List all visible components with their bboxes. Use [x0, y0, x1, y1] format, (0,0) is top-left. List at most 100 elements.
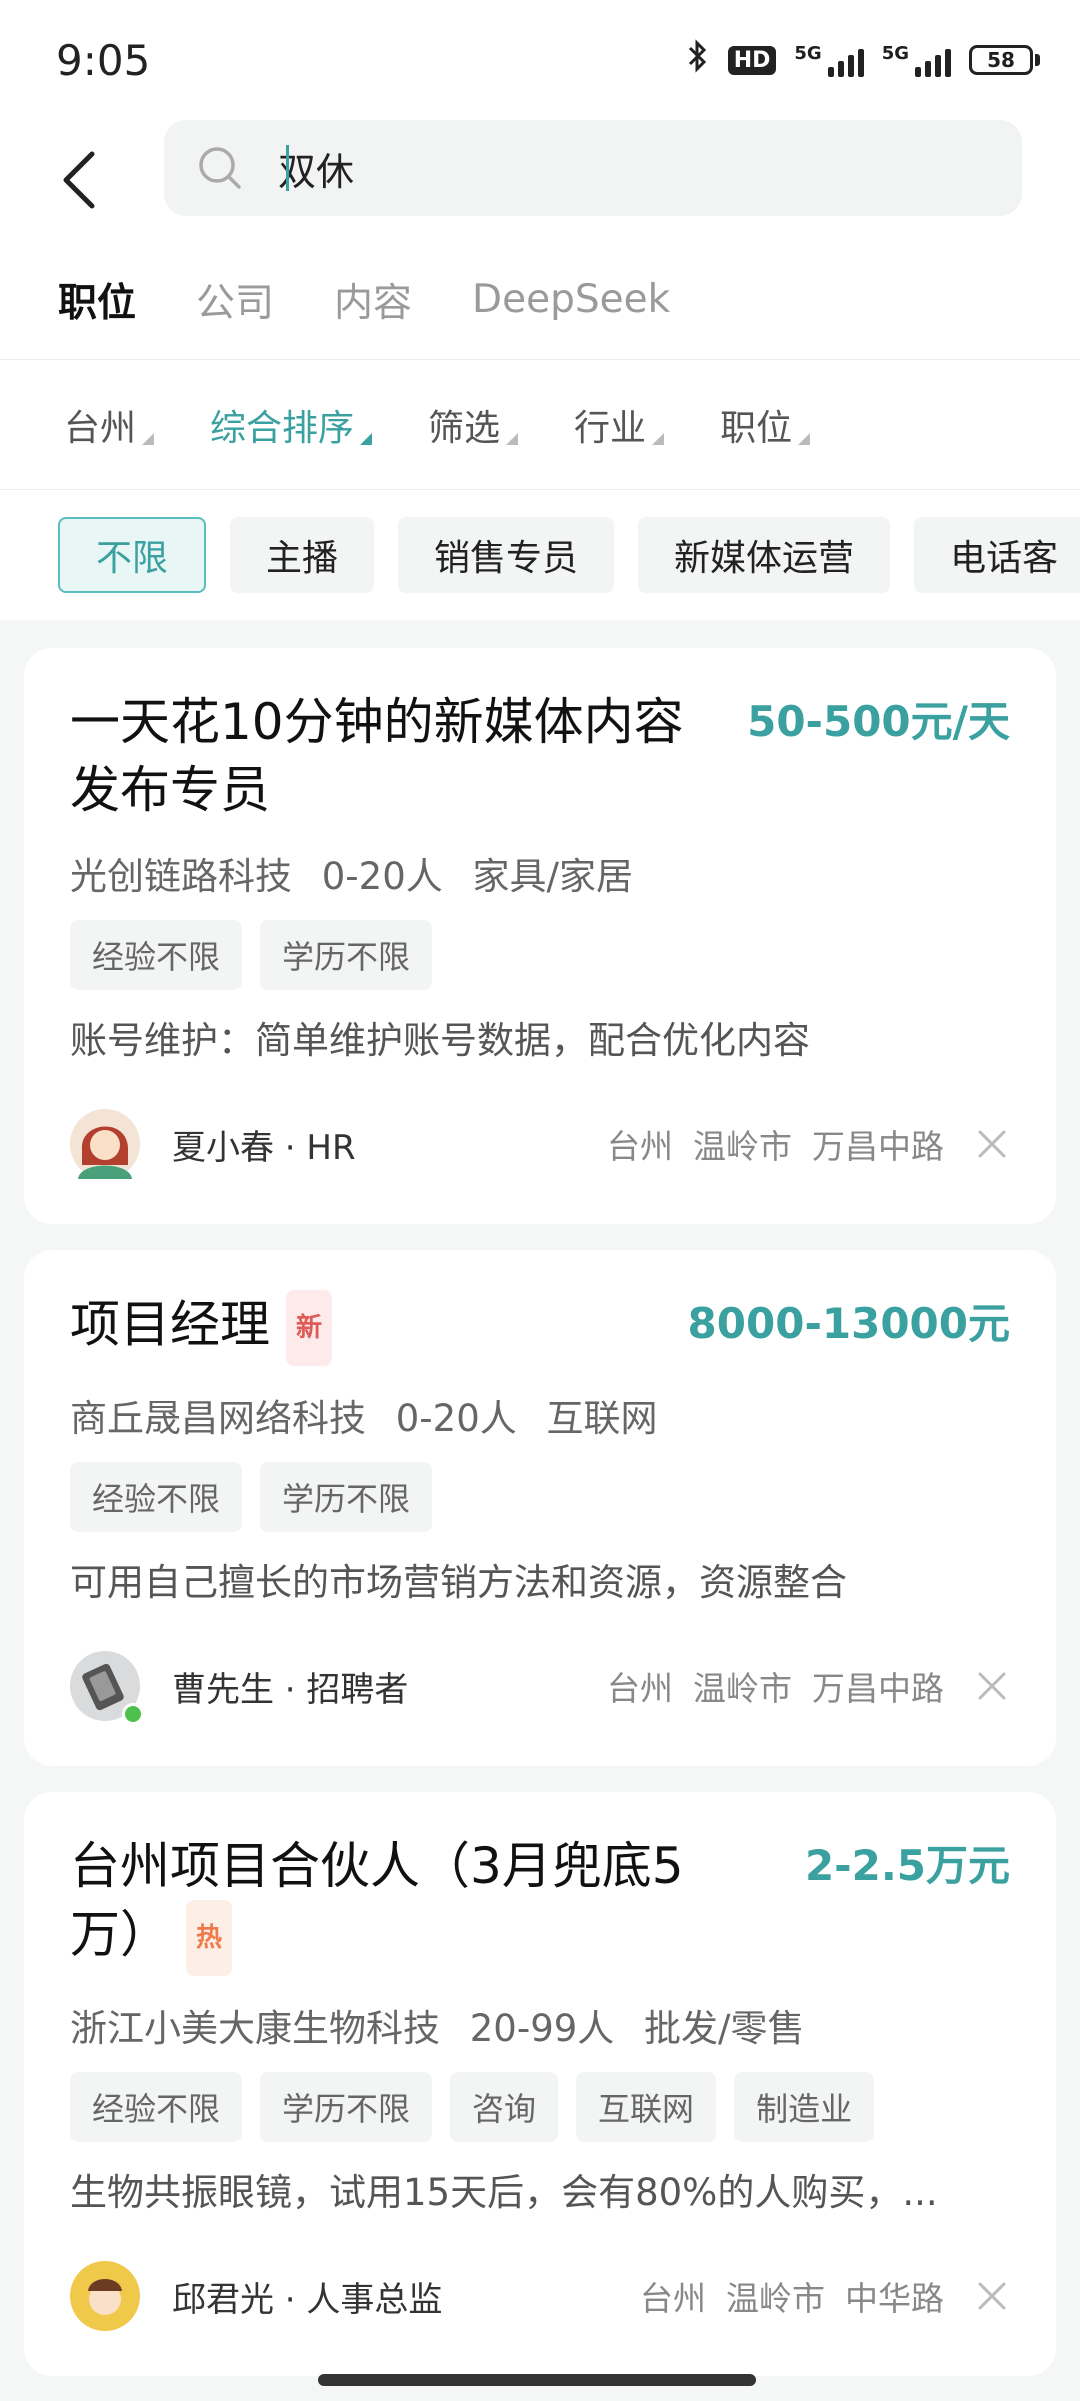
- chip-telephone[interactable]: 电话客: [914, 517, 1080, 593]
- tab-jobs[interactable]: 职位: [58, 272, 136, 328]
- home-indicator[interactable]: [318, 2374, 756, 2386]
- dropdown-triangle-icon: [652, 432, 665, 445]
- job-location: 台州 温岭市 万昌中路: [607, 1120, 944, 1168]
- job-salary: 2-2.5万元: [804, 1841, 1010, 1890]
- location-district: 温岭市: [726, 2279, 825, 2318]
- category-chips: 不限 主播 销售专员 新媒体运营 电话客: [0, 490, 1080, 620]
- company-info: 光创链路科技 0-20人 家具/家居: [70, 846, 1010, 900]
- dropdown-triangle-icon: [142, 432, 155, 445]
- dropdown-triangle-icon: [360, 432, 373, 445]
- location-street: 中华路: [845, 2279, 944, 2318]
- chip-sales[interactable]: 销售专员: [398, 517, 615, 593]
- recruiter-name: 夏小春 · HR: [172, 1127, 356, 1168]
- dropdown-triangle-icon: [798, 432, 811, 445]
- company-name: 商丘晟昌网络科技: [70, 1397, 366, 1440]
- company-name: 光创链路科技: [70, 855, 292, 898]
- signal-2-icon: 5G: [882, 43, 951, 77]
- job-location: 台州 温岭市 中华路: [640, 2272, 944, 2320]
- location-district: 温岭市: [693, 1669, 792, 1708]
- job-tag: 咨询: [450, 2072, 559, 2142]
- job-salary: 50-500元/天: [747, 697, 1010, 746]
- screen: 9:05 HD 5G 5G 58 双休 职位 公司 内容 DeepSeek 台州…: [0, 0, 1080, 2401]
- filter-screen[interactable]: 筛选: [428, 399, 519, 451]
- company-industry: 家具/家居: [472, 855, 633, 898]
- chip-unlimited[interactable]: 不限: [58, 517, 207, 593]
- job-tag: 经验不限: [70, 2072, 243, 2142]
- filter-industry[interactable]: 行业: [574, 399, 665, 451]
- filter-city[interactable]: 台州: [64, 399, 155, 451]
- location-city: 台州: [640, 2279, 706, 2318]
- online-status-icon: [122, 1703, 144, 1725]
- back-button[interactable]: [58, 140, 118, 220]
- job-salary: 8000-13000元: [687, 1299, 1010, 1348]
- job-card[interactable]: 一天花10分钟的新媒体内容发布专员 50-500元/天 光创链路科技 0-20人…: [24, 648, 1056, 1224]
- company-size: 0-20人: [321, 855, 443, 898]
- search-icon: [199, 147, 241, 189]
- job-card[interactable]: 项目经理新 8000-13000元 商丘晟昌网络科技 0-20人 互联网 经验不…: [24, 1250, 1056, 1766]
- job-card[interactable]: 台州项目合伙人（3月兜底5万）热 2-2.5万元 浙江小美大康生物科技 20-9…: [24, 1792, 1056, 2376]
- avatar: [70, 1651, 144, 1725]
- filter-bar: 台州 综合排序 筛选 行业 职位: [0, 360, 1080, 490]
- chip-new-media[interactable]: 新媒体运营: [638, 517, 891, 593]
- job-title: 台州项目合伙人（3月兜底5万）热: [70, 1832, 720, 1976]
- job-tags: 经验不限 学历不限: [70, 1462, 1010, 1532]
- location-street: 万昌中路: [812, 1127, 944, 1166]
- tab-companies[interactable]: 公司: [196, 272, 274, 328]
- dismiss-icon[interactable]: [974, 2278, 1010, 2314]
- job-description: 生物共振眼镜，试用15天后，会有80%的人购买，...: [70, 2171, 938, 2214]
- dropdown-triangle-icon: [506, 432, 519, 445]
- signal-1-icon: 5G: [794, 43, 864, 77]
- filter-sort[interactable]: 综合排序: [210, 399, 373, 451]
- job-tags: 经验不限 学历不限: [70, 920, 1010, 990]
- status-bar: 9:05 HD 5G 5G 58: [0, 0, 1080, 120]
- tab-deepseek[interactable]: DeepSeek: [472, 277, 670, 322]
- search-bar[interactable]: [164, 120, 1022, 216]
- job-tag: 互联网: [576, 2072, 717, 2142]
- filter-position[interactable]: 职位: [720, 399, 811, 451]
- status-time: 9:05: [56, 36, 151, 85]
- company-size: 0-20人: [395, 1397, 517, 1440]
- chip-anchor[interactable]: 主播: [230, 517, 375, 593]
- company-size: 20-99人: [469, 2007, 615, 2050]
- location-city: 台州: [607, 1669, 673, 1708]
- location-street: 万昌中路: [812, 1669, 944, 1708]
- hot-badge: 热: [186, 1900, 233, 1976]
- dismiss-icon[interactable]: [974, 1126, 1010, 1162]
- location-district: 温岭市: [693, 1127, 792, 1166]
- avatar: [70, 1109, 140, 1179]
- search-header: [0, 120, 1080, 240]
- company-industry: 批发/零售: [644, 2007, 805, 2050]
- job-description: 可用自己擅长的市场营销方法和资源，资源整合: [70, 1561, 847, 1604]
- status-icons: HD 5G 5G 58: [686, 38, 1040, 82]
- job-list: 一天花10分钟的新媒体内容发布专员 50-500元/天 光创链路科技 0-20人…: [0, 620, 1080, 2376]
- avatar: [70, 2261, 140, 2331]
- hd-icon: HD: [727, 45, 777, 75]
- job-tag: 经验不限: [70, 920, 243, 990]
- job-tag: 经验不限: [70, 1462, 243, 1532]
- job-tags: 经验不限 学历不限 咨询 互联网 制造业: [70, 2072, 1010, 2142]
- tab-content[interactable]: 内容: [334, 272, 412, 328]
- job-tag: 学历不限: [260, 920, 433, 990]
- company-info: 浙江小美大康生物科技 20-99人 批发/零售: [70, 1998, 1010, 2052]
- job-title: 项目经理新: [70, 1290, 688, 1366]
- text-caret: [286, 145, 289, 191]
- company-info: 商丘晟昌网络科技 0-20人 互联网: [70, 1388, 1010, 1442]
- result-tabs: 职位 公司 内容 DeepSeek: [0, 240, 1080, 360]
- dismiss-icon[interactable]: [974, 1668, 1010, 1704]
- job-description: 账号维护：简单维护账号数据，配合优化内容: [70, 1019, 810, 1062]
- recruiter-name: 邱君光 · 人事总监: [172, 2279, 443, 2320]
- recruiter-name: 曹先生 · 招聘者: [172, 1669, 409, 1710]
- new-badge: 新: [286, 1290, 333, 1366]
- bluetooth-icon: [686, 38, 710, 82]
- company-industry: 互联网: [546, 1397, 658, 1440]
- job-tag: 制造业: [734, 2072, 875, 2142]
- company-name: 浙江小美大康生物科技: [70, 2007, 440, 2050]
- job-location: 台州 温岭市 万昌中路: [607, 1662, 944, 1710]
- battery-icon: 58: [969, 45, 1040, 75]
- job-tag: 学历不限: [260, 1462, 433, 1532]
- location-city: 台州: [607, 1127, 673, 1166]
- job-title: 一天花10分钟的新媒体内容发布专员: [70, 693, 684, 819]
- search-input[interactable]: [278, 146, 918, 190]
- back-arrow-icon: [63, 151, 95, 209]
- job-tag: 学历不限: [260, 2072, 433, 2142]
